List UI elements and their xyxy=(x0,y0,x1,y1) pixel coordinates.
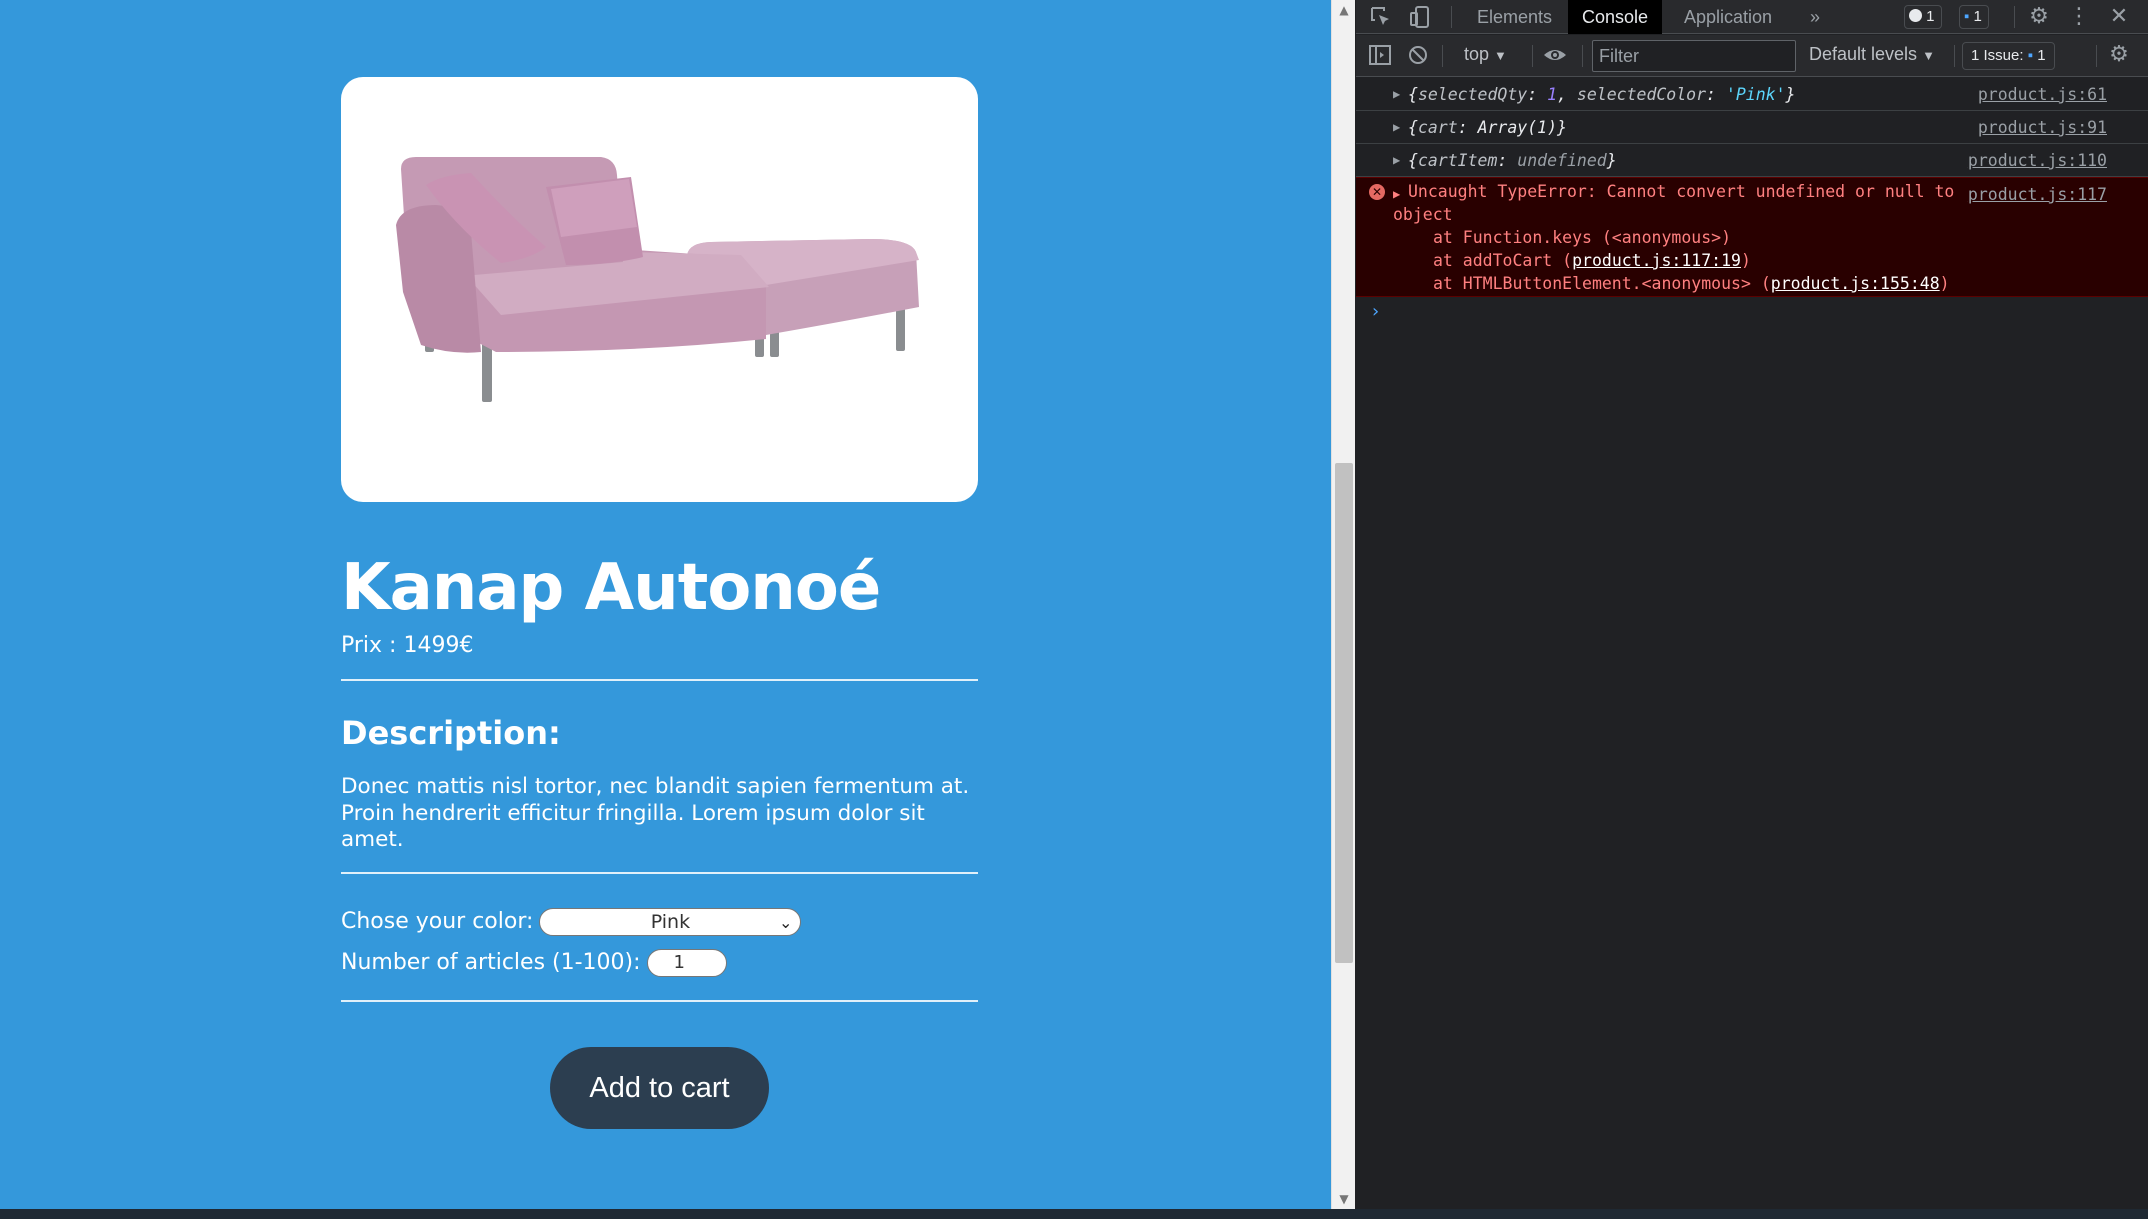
separator xyxy=(1451,6,1452,28)
stack-frame: at Function.keys (<anonymous>) xyxy=(1433,228,1732,247)
console-error-row[interactable]: ✕ ▶ Uncaught TypeError: Cannot convert u… xyxy=(1356,177,2148,297)
log-source-link[interactable]: product.js:110 xyxy=(1968,144,2107,177)
log-message: {cart: Array(1)} xyxy=(1408,118,1567,137)
add-to-cart-button[interactable]: Add to cart xyxy=(550,1047,769,1129)
quantity-row: Number of articles (1-100): 1 xyxy=(341,948,727,978)
stack-frame: at HTMLButtonElement.<anonymous> (produc… xyxy=(1433,274,1950,293)
log-source-link[interactable]: product.js:91 xyxy=(1978,111,2107,144)
error-message-cont: object xyxy=(1393,205,1453,224)
scroll-down-icon[interactable]: ▼ xyxy=(1332,1189,1356,1209)
console-settings-gear-icon[interactable]: ⚙ xyxy=(2106,42,2132,68)
color-selected-value: Pink xyxy=(650,911,691,933)
quantity-label: Number of articles (1-100): xyxy=(341,950,641,975)
product-price: Prix : 1499€ xyxy=(341,633,474,658)
expand-triangle-icon[interactable]: ▶ xyxy=(1393,144,1400,177)
more-options-icon[interactable]: ⋮ xyxy=(2066,4,2092,30)
close-icon[interactable]: ✕ xyxy=(2106,4,2132,30)
separator xyxy=(2014,6,2015,28)
dropdown-arrow-icon: ▼ xyxy=(1922,48,1935,63)
sidebar-toggle-icon[interactable] xyxy=(1368,43,1394,69)
eye-icon[interactable] xyxy=(1542,43,1568,69)
quantity-input[interactable]: 1 xyxy=(646,949,727,977)
message-icon: ▪ xyxy=(2027,47,2034,64)
issues-button[interactable]: 1 Issue: ▪ 1 xyxy=(1962,42,2055,70)
stack-frame: at addToCart (product.js:117:19) xyxy=(1433,251,1751,270)
devtools-panel: Elements Console Application » 1 ▪ 1 ⚙ ⋮… xyxy=(1356,0,2148,1209)
inspect-element-icon[interactable] xyxy=(1368,4,1394,30)
context-selector[interactable]: top ▼ xyxy=(1464,44,1507,65)
log-source-link[interactable]: product.js:61 xyxy=(1978,78,2107,111)
console-toolbar: top ▼ Filter Default levels ▼ 1 Issue: ▪… xyxy=(1356,35,2148,77)
clear-console-icon[interactable] xyxy=(1406,43,1432,69)
scroll-up-icon[interactable]: ▲ xyxy=(1332,0,1356,20)
tab-application[interactable]: Application xyxy=(1670,0,1786,34)
stack-link[interactable]: product.js:117:19 xyxy=(1572,251,1741,270)
console-output: ▶ {selectedQty: 1, selectedColor: 'Pink'… xyxy=(1356,78,2148,330)
console-log-row[interactable]: ▶ {selectedQty: 1, selectedColor: 'Pink'… xyxy=(1356,78,2148,111)
product-image-card xyxy=(341,77,978,502)
log-message: {selectedQty: 1, selectedColor: 'Pink'} xyxy=(1408,85,1796,104)
error-count-badge[interactable]: 1 xyxy=(1904,5,1942,29)
console-prompt[interactable]: › xyxy=(1356,297,2148,330)
expand-triangle-icon[interactable]: ▶ xyxy=(1393,78,1400,111)
message-icon: ▪ xyxy=(1964,8,1970,25)
description-heading: Description: xyxy=(341,714,561,752)
settings-gear-icon[interactable]: ⚙ xyxy=(2026,4,2052,30)
divider xyxy=(341,872,978,874)
color-row: Chose your color: Pink ⌄ xyxy=(341,907,802,937)
console-log-row[interactable]: ▶ {cartItem: undefined} product.js:110 xyxy=(1356,144,2148,177)
console-log-row[interactable]: ▶ {cart: Array(1)} product.js:91 xyxy=(1356,111,2148,144)
color-label: Chose your color: xyxy=(341,909,534,934)
tab-console[interactable]: Console xyxy=(1568,0,1663,34)
expand-triangle-icon[interactable]: ▶ xyxy=(1393,111,1400,144)
filter-input[interactable]: Filter xyxy=(1592,40,1796,72)
error-icon: ✕ xyxy=(1369,184,1385,200)
scrollbar-thumb[interactable] xyxy=(1335,463,1353,963)
chevron-down-icon: ⌄ xyxy=(779,913,793,932)
pink-sofa-image xyxy=(396,157,919,402)
tab-elements[interactable]: Elements xyxy=(1463,0,1566,34)
more-tabs-icon[interactable]: » xyxy=(1796,0,1834,34)
separator xyxy=(1442,45,1443,67)
message-count-badge[interactable]: ▪ 1 xyxy=(1959,5,1989,29)
log-levels-dropdown[interactable]: Default levels ▼ xyxy=(1809,44,1935,65)
product-page: Kanap Autonoé Prix : 1499€ Description: … xyxy=(0,0,1331,1209)
window-bottom-edge xyxy=(0,1209,2148,1219)
page-scrollbar[interactable]: ▲ ▼ xyxy=(1331,0,1355,1209)
error-source-link[interactable]: product.js:117 xyxy=(1968,178,2107,211)
devtools-tabbar: Elements Console Application » 1 ▪ 1 ⚙ ⋮… xyxy=(1356,0,2148,34)
stack-link[interactable]: product.js:155:48 xyxy=(1771,274,1940,293)
divider xyxy=(341,679,978,681)
device-toolbar-icon[interactable] xyxy=(1408,4,1434,30)
product-title: Kanap Autonoé xyxy=(341,551,881,625)
log-message: {cartItem: undefined} xyxy=(1408,151,1617,170)
color-select[interactable]: Pink ⌄ xyxy=(539,908,802,936)
description-text: Donec mattis nisl tortor, nec blandit sa… xyxy=(341,774,970,852)
error-circle-icon xyxy=(1909,9,1922,22)
separator xyxy=(1532,45,1533,67)
error-message: Uncaught TypeError: Cannot convert undef… xyxy=(1408,182,1955,201)
dropdown-arrow-icon: ▼ xyxy=(1494,48,1507,63)
divider xyxy=(341,1000,978,1002)
separator xyxy=(1954,45,1955,67)
separator xyxy=(2096,45,2097,67)
separator xyxy=(1582,45,1583,67)
